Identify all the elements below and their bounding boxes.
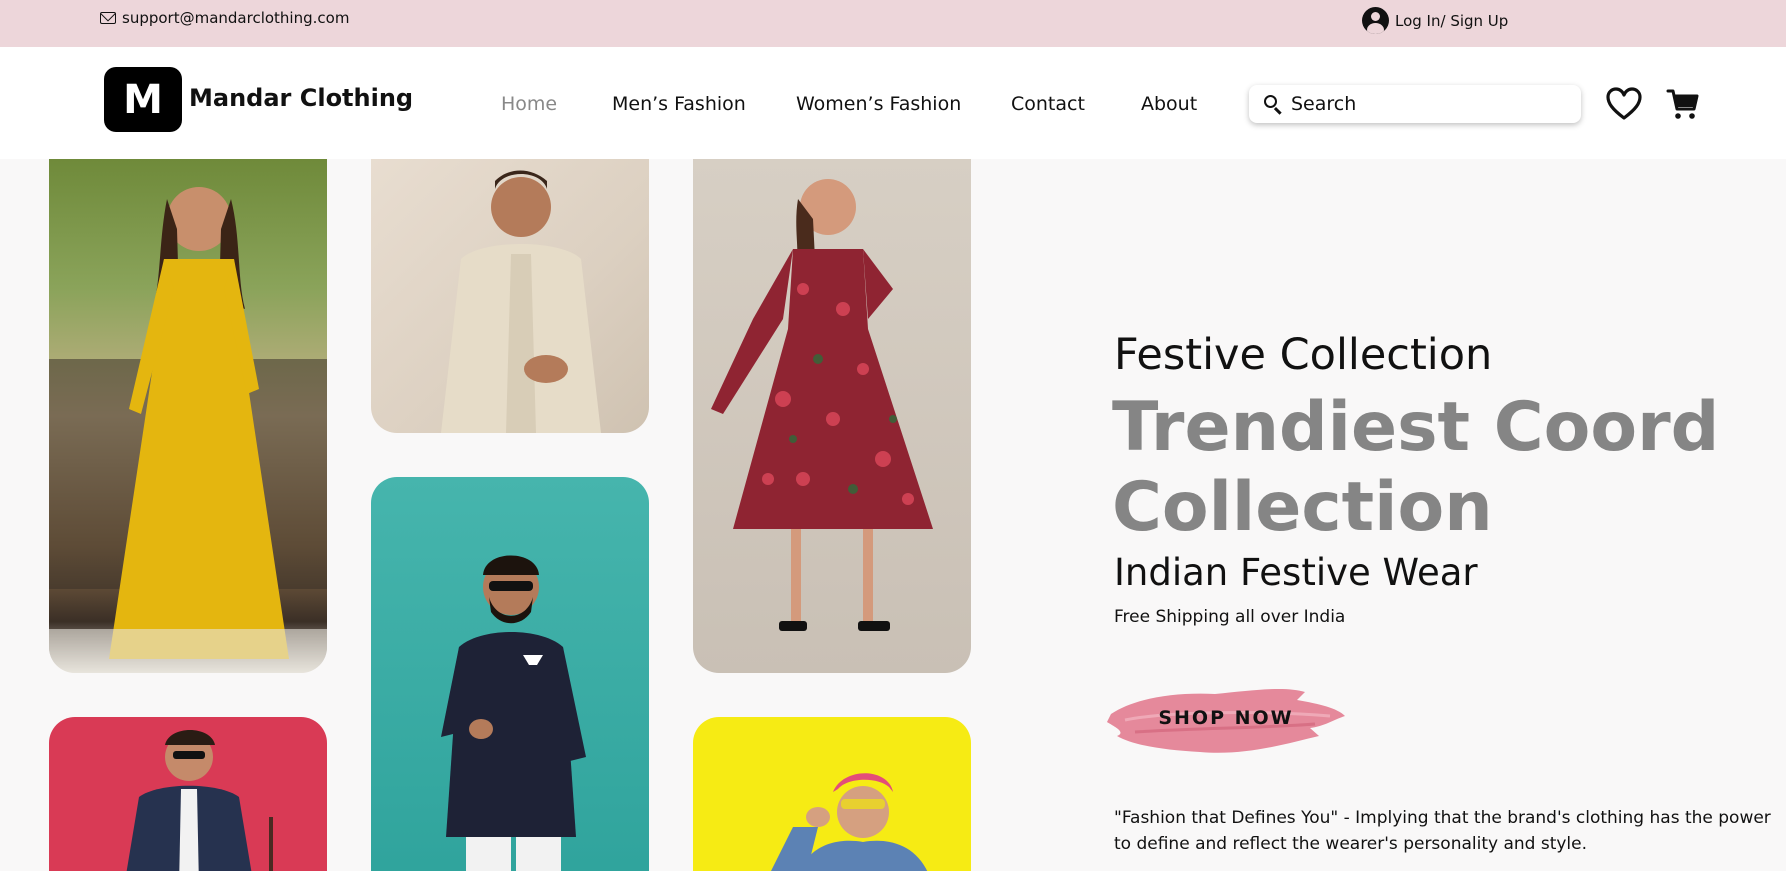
blazer-man-photo[interactable] [49,717,327,871]
hero-kicker: Festive Collection [1114,330,1493,380]
bandhgala-man-photo[interactable] [371,477,649,871]
brand-quote: "Fashion that Defines You" - Implying th… [1114,808,1771,854]
blazer-man-figure [126,730,273,871]
nav-womens-fashion[interactable]: Women’s Fashion [796,93,961,115]
shop-now-button[interactable]: SHOP NOW [1105,676,1347,760]
search-input[interactable] [1291,93,1551,115]
shop-now-label[interactable]: SHOP NOW [1158,707,1293,729]
search-icon[interactable] [1263,94,1283,114]
free-shipping-note: Free Shipping all over India [1114,607,1346,627]
denim-woman-figure [771,773,928,871]
nav-about[interactable]: About [1141,93,1197,115]
mail-icon [100,12,116,24]
floral-dress-photo[interactable] [693,159,971,673]
logo[interactable]: M [104,67,182,132]
login-link[interactable]: Log In/ Sign Up [1362,7,1508,34]
sherwani-figure [441,170,601,433]
support-email-text[interactable]: support@mandarclothing.com [122,9,349,27]
login-text[interactable]: Log In/ Sign Up [1395,12,1508,30]
logo-letter[interactable]: M [123,77,163,123]
hero-headline: Trendiest Coord Collection [1112,388,1720,547]
search-box[interactable] [1249,85,1581,123]
top-bar: support@mandarclothing.com Log In/ Sign … [0,0,1786,47]
yellow-gown-figure [49,187,327,673]
nav-contact[interactable]: Contact [1011,93,1085,115]
cart-icon[interactable] [1666,87,1700,121]
bandhgala-man-figure [441,555,586,871]
nav-mens-fashion[interactable]: Men’s Fashion [612,93,746,115]
main-header: M Mandar Clothing Home Men’s Fashion Wom… [0,47,1786,159]
hero-subhead: Indian Festive Wear [1114,551,1478,594]
denim-woman-photo[interactable] [693,717,971,871]
sherwani-photo[interactable] [371,159,649,433]
nav-home[interactable]: Home [501,93,557,115]
user-icon[interactable] [1362,7,1389,34]
heart-icon[interactable] [1606,87,1642,121]
yellow-gown-photo[interactable] [49,159,327,673]
support-email[interactable]: support@mandarclothing.com [100,9,349,27]
floral-dress-figure [711,179,933,631]
brand-name[interactable]: Mandar Clothing [189,84,413,112]
